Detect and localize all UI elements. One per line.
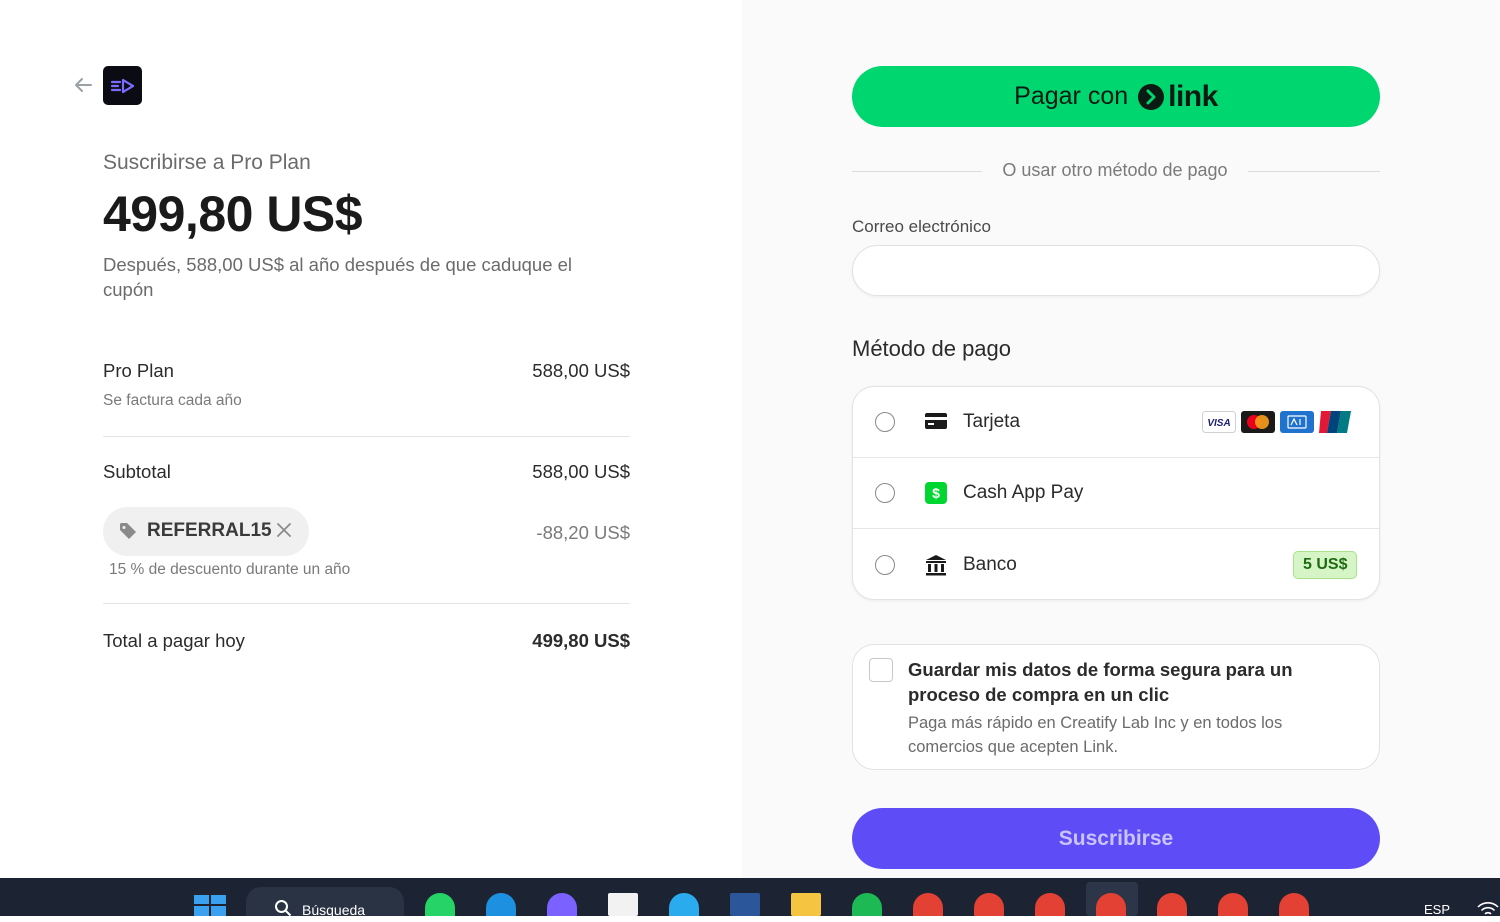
plan-price: 588,00 US$ bbox=[532, 360, 630, 381]
link-button-prefix: Pagar con bbox=[1014, 82, 1129, 110]
amex-icon bbox=[1280, 411, 1314, 438]
chrome-icon[interactable] bbox=[1157, 893, 1187, 916]
radio-cash-app[interactable] bbox=[875, 483, 895, 503]
bank-bonus-badge: 5 US$ bbox=[1293, 551, 1358, 579]
copilot-icon[interactable] bbox=[547, 893, 577, 916]
merchant-logo bbox=[103, 66, 142, 105]
or-separator-text: O usar otro método de pago bbox=[982, 160, 1248, 181]
method-bank[interactable]: Banco 5 US$ bbox=[853, 528, 1379, 599]
credit-card-icon bbox=[925, 412, 947, 435]
price-after-note: Después, 588,00 US$ al año después de qu… bbox=[103, 254, 573, 300]
total-value: 499,80 US$ bbox=[532, 630, 630, 651]
method-label: Cash App Pay bbox=[963, 482, 1084, 503]
email-label: Correo electrónico bbox=[852, 217, 991, 236]
search-icon bbox=[274, 899, 292, 922]
coupon-note: 15 % de descuento durante un año bbox=[109, 561, 351, 578]
word-icon[interactable] bbox=[730, 893, 760, 916]
cash-app-icon: $ bbox=[925, 482, 947, 509]
wifi-icon[interactable] bbox=[1476, 899, 1500, 921]
back-arrow-icon[interactable] bbox=[72, 74, 94, 96]
coupon-discount: -88,20 US$ bbox=[536, 522, 630, 543]
save-details-box: Guardar mis datos de forma segura para u… bbox=[852, 644, 1380, 770]
method-card[interactable]: Tarjeta VISA bbox=[853, 387, 1379, 457]
save-details-description: Paga más rápido en Creatify Lab Inc y en… bbox=[908, 714, 1283, 756]
price-today: 499,80 US$ bbox=[103, 186, 363, 242]
subscription-title: Suscribirse a Pro Plan bbox=[103, 151, 311, 174]
svg-text:VISA: VISA bbox=[1207, 418, 1230, 429]
divider bbox=[103, 436, 630, 437]
visa-icon: VISA bbox=[1202, 411, 1236, 438]
telegram-icon[interactable] bbox=[669, 893, 699, 916]
language-indicator[interactable]: ESP bbox=[1424, 902, 1450, 917]
total-label: Total a pagar hoy bbox=[103, 630, 245, 651]
chrome-icon[interactable] bbox=[1218, 893, 1248, 916]
unionpay-icon bbox=[1319, 411, 1353, 438]
subscribe-button[interactable]: Suscribirse bbox=[852, 808, 1380, 869]
save-details-checkbox[interactable] bbox=[869, 658, 893, 682]
email-input[interactable] bbox=[852, 245, 1380, 296]
method-cash-app[interactable]: $ Cash App Pay bbox=[853, 457, 1379, 528]
radio-card[interactable] bbox=[875, 412, 895, 432]
bank-icon bbox=[925, 554, 947, 581]
coupon-chip: REFERRAL15 bbox=[103, 507, 309, 556]
payment-methods-list: Tarjeta VISA $ Cash App Pay Banco 5 US$ bbox=[852, 386, 1380, 600]
windows-start-icon[interactable] bbox=[194, 895, 226, 921]
plan-billing: Se factura cada año bbox=[103, 392, 242, 409]
order-summary-panel: Suscribirse a Pro Plan 499,80 US$ Despué… bbox=[0, 0, 742, 878]
whatsapp-icon[interactable] bbox=[425, 893, 455, 916]
file-explorer-icon[interactable] bbox=[791, 893, 821, 916]
save-details-title: Guardar mis datos de forma segura para u… bbox=[908, 659, 1293, 705]
link-brand: link bbox=[1168, 79, 1218, 113]
chrome-icon[interactable] bbox=[974, 893, 1004, 916]
chrome-icon[interactable] bbox=[913, 893, 943, 916]
chrome-icon[interactable] bbox=[1096, 893, 1126, 916]
link-arrow-icon bbox=[1138, 83, 1165, 110]
edge-icon[interactable] bbox=[486, 893, 516, 916]
radio-bank[interactable] bbox=[875, 555, 895, 575]
remove-coupon-icon[interactable] bbox=[275, 521, 293, 544]
subtotal-label: Subtotal bbox=[103, 461, 171, 482]
method-label: Tarjeta bbox=[963, 411, 1021, 432]
spotify-icon[interactable] bbox=[852, 893, 882, 916]
method-label: Banco bbox=[963, 554, 1017, 575]
chrome-icon[interactable] bbox=[1279, 893, 1309, 916]
snipping-tool-icon[interactable] bbox=[608, 893, 638, 916]
pay-with-link-button[interactable]: Pagar con link bbox=[852, 66, 1380, 127]
plan-name: Pro Plan bbox=[103, 360, 174, 381]
tag-icon bbox=[119, 522, 137, 545]
payment-method-title: Método de pago bbox=[852, 336, 1012, 361]
subtotal-value: 588,00 US$ bbox=[532, 461, 630, 482]
coupon-code: REFERRAL15 bbox=[147, 520, 272, 541]
mastercard-icon bbox=[1241, 411, 1275, 438]
svg-text:$: $ bbox=[932, 485, 940, 501]
taskbar-search[interactable]: Búsqueda bbox=[246, 887, 404, 918]
divider bbox=[103, 603, 630, 604]
chrome-icon[interactable] bbox=[1035, 893, 1065, 916]
